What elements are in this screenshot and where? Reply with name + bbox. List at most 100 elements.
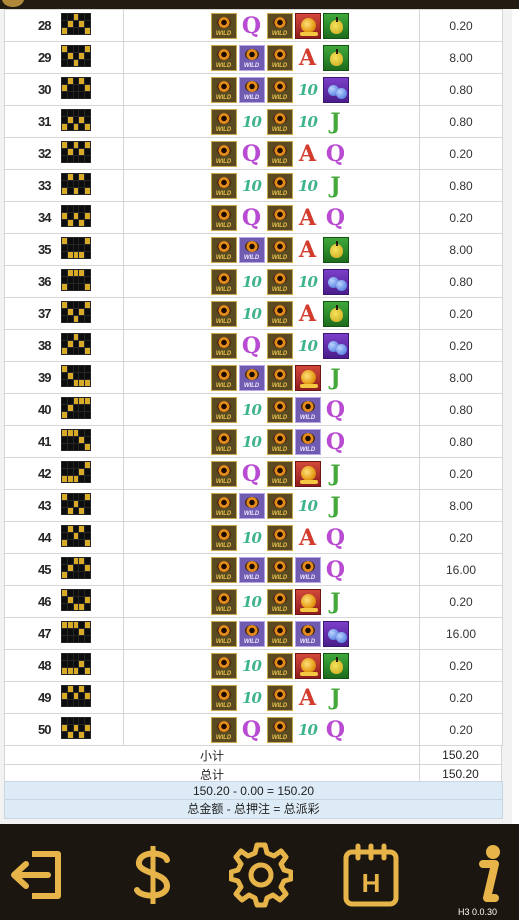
wild-eye-purple-icon	[238, 620, 265, 647]
table-row: 410.80	[4, 425, 503, 458]
payline-pattern-icon	[61, 717, 91, 739]
reels-cell	[123, 137, 420, 170]
ace-a-icon	[295, 301, 321, 327]
payline-pattern-icon	[61, 557, 91, 579]
gem-cluster-icon	[322, 76, 349, 103]
jack-j-icon	[323, 461, 349, 487]
payline-pattern-icon	[61, 525, 91, 547]
reels-cell	[123, 297, 420, 330]
queen-q-icon	[323, 525, 349, 551]
reels-cell	[123, 41, 420, 74]
queen-q-icon	[323, 557, 349, 583]
table-row: 440.20	[4, 521, 503, 554]
wild-eye-gold-icon	[210, 620, 237, 647]
wild-eye-purple-icon	[294, 428, 321, 455]
line-cell: 30	[4, 73, 124, 106]
wild-eye-gold-icon	[266, 460, 293, 487]
line-number: 38	[38, 338, 52, 353]
line-cell: 31	[4, 105, 124, 138]
reels-cell	[123, 649, 420, 682]
gem-cluster-icon	[322, 620, 349, 647]
wild-eye-gold-icon	[266, 652, 293, 679]
line-number: 33	[38, 178, 52, 193]
line-number: 32	[38, 146, 52, 161]
line-cell: 46	[4, 585, 124, 618]
gem-cluster-icon	[322, 332, 349, 359]
table-row: 360.80	[4, 265, 503, 298]
ten-icon	[239, 269, 265, 295]
wild-eye-gold-icon	[266, 524, 293, 551]
ten-icon	[239, 525, 265, 551]
table-row: 438.00	[4, 489, 503, 522]
line-cell: 49	[4, 681, 124, 714]
gold-coin-icon	[294, 652, 321, 679]
line-cell: 50	[4, 713, 124, 746]
line-number: 35	[38, 242, 52, 257]
table-row: 358.00	[4, 233, 503, 266]
line-number: 30	[38, 82, 52, 97]
wild-eye-gold-icon	[210, 396, 237, 423]
settings-button[interactable]	[228, 842, 294, 908]
wild-eye-gold-icon	[266, 556, 293, 583]
table-row: 370.20	[4, 297, 503, 330]
win-amount: 8.00	[419, 233, 503, 266]
wild-eye-purple-icon	[238, 364, 265, 391]
table-row: 380.20	[4, 329, 503, 362]
table-row: 490.20	[4, 681, 503, 714]
line-cell: 47	[4, 617, 124, 650]
wild-eye-gold-icon	[266, 620, 293, 647]
line-cell: 34	[4, 201, 124, 234]
scrollbar-track[interactable]	[512, 9, 519, 824]
payline-pattern-icon	[61, 77, 91, 99]
table-row: 480.20	[4, 649, 503, 682]
table-row: 47 16.00	[4, 617, 503, 650]
payline-pattern-icon	[61, 141, 91, 163]
line-cell: 28	[4, 9, 124, 42]
line-cell: 29	[4, 41, 124, 74]
queen-q-icon	[239, 205, 265, 231]
line-cell: 42	[4, 457, 124, 490]
exit-button[interactable]	[8, 842, 72, 908]
jack-j-icon	[323, 589, 349, 615]
bet-history-table: 280.20298.00300.80310.80320.20330.80340.…	[4, 9, 503, 746]
lantern-bag-icon	[322, 652, 349, 679]
wild-eye-gold-icon	[210, 76, 237, 103]
win-amount: 16.00	[419, 617, 503, 650]
win-amount: 0.20	[419, 681, 503, 714]
reels-cell	[123, 489, 420, 522]
jack-j-icon	[323, 493, 349, 519]
table-row: 340.20	[4, 201, 503, 234]
payline-pattern-icon	[61, 653, 91, 675]
info-icon	[479, 845, 500, 902]
line-number: 42	[38, 466, 52, 481]
info-button[interactable]	[455, 842, 519, 908]
reels-cell	[123, 457, 420, 490]
line-number: 45	[38, 562, 52, 577]
win-amount: 0.20	[419, 457, 503, 490]
balance-button[interactable]	[121, 842, 185, 908]
wild-eye-gold-icon	[210, 44, 237, 71]
wild-eye-gold-icon	[266, 588, 293, 615]
table-row: 45 16.00	[4, 553, 503, 586]
ten-icon	[295, 173, 321, 199]
reels-cell	[123, 265, 420, 298]
line-number: 48	[38, 658, 52, 673]
history-button[interactable]: H	[340, 842, 404, 908]
lantern-bag-icon	[322, 44, 349, 71]
table-row: 300.80	[4, 73, 503, 106]
win-amount: 16.00	[419, 553, 503, 586]
wild-eye-gold-icon	[266, 140, 293, 167]
wild-eye-gold-icon	[266, 108, 293, 135]
jack-j-icon	[323, 685, 349, 711]
history-icon: H	[343, 843, 399, 907]
payline-pattern-icon	[61, 333, 91, 355]
ace-a-icon	[295, 205, 321, 231]
ten-icon	[295, 109, 321, 135]
payline-pattern-icon	[61, 461, 91, 483]
bottom-toolbar: H H3 0.0.30	[0, 824, 519, 920]
payline-pattern-icon	[61, 621, 91, 643]
jack-j-icon	[323, 173, 349, 199]
win-amount: 0.20	[419, 137, 503, 170]
line-number: 29	[38, 50, 52, 65]
line-cell: 48	[4, 649, 124, 682]
